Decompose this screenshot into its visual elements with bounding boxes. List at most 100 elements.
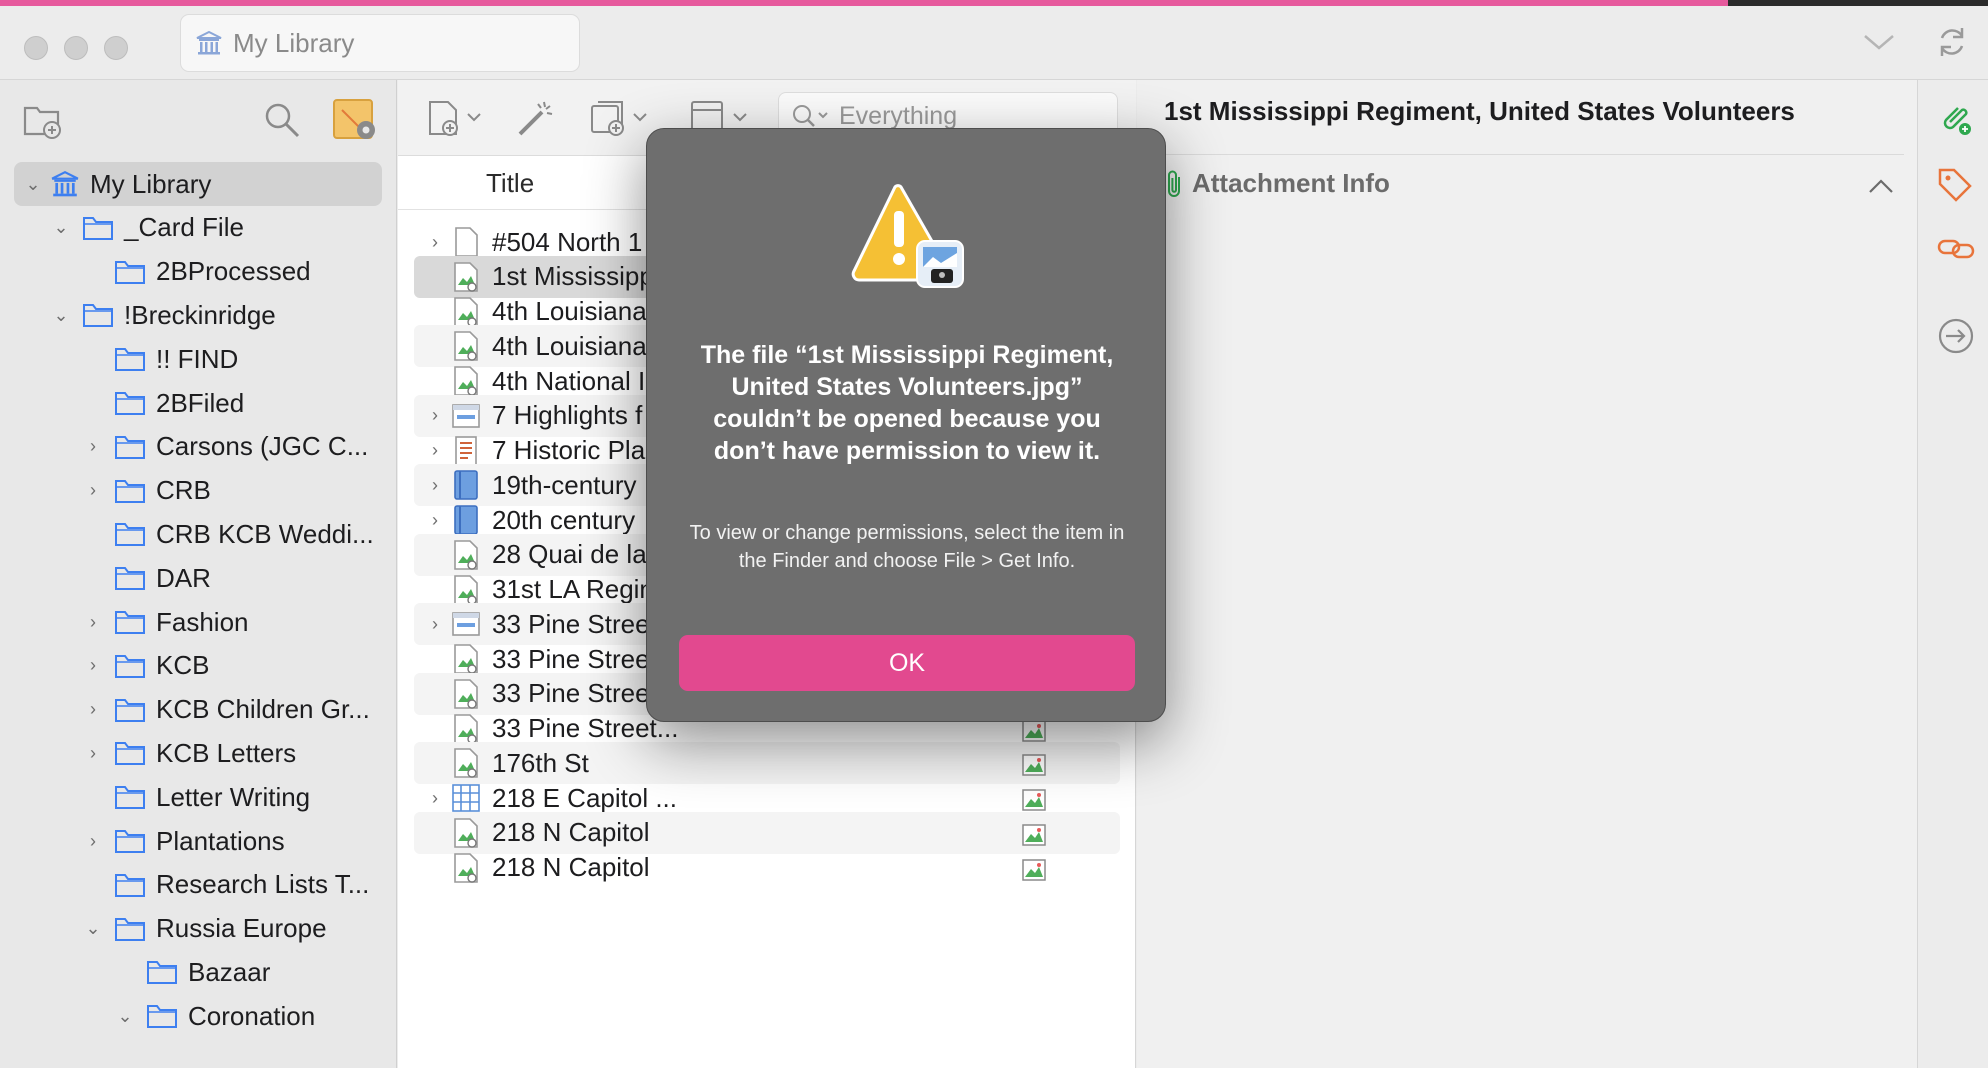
image-attachment-icon[interactable] — [1022, 789, 1046, 811]
tree-item-folder[interactable]: Research Lists T... — [82, 863, 369, 907]
tree-item-folder[interactable]: ⌄ Russia Europe — [82, 907, 326, 951]
tag-icon[interactable] — [1936, 166, 1974, 204]
tree-item-folder[interactable]: CRB KCB Weddi... — [82, 512, 374, 556]
tree-item-folder[interactable]: › KCB Letters — [82, 731, 296, 775]
item-title-cell: 218 N Capitol — [492, 852, 650, 882]
tree-item-folder[interactable]: ⌄ !Breckinridge — [50, 293, 275, 337]
related-link-icon[interactable] — [1936, 230, 1978, 268]
tree-item-folder[interactable]: › Fashion — [82, 600, 249, 644]
tree-item-label: KCB Children Gr... — [156, 694, 370, 725]
folder-icon — [115, 523, 145, 547]
item-row[interactable]: 218 N Capitol — [414, 847, 1120, 889]
image-attachment-icon[interactable] — [1022, 824, 1046, 846]
tree-item-folder[interactable]: ⌄ _Card File — [50, 206, 244, 250]
disclosure-closed-icon[interactable]: › — [82, 480, 104, 501]
disclosure-closed-icon[interactable]: › — [420, 475, 450, 496]
disclosure-closed-icon[interactable]: › — [82, 436, 104, 457]
disclosure-open-icon[interactable]: ⌄ — [22, 174, 44, 195]
book-icon — [454, 470, 478, 501]
tree-item-folder[interactable]: 2BProcessed — [82, 250, 311, 294]
library-tab-label: My Library — [233, 27, 355, 58]
attachment-info-header[interactable]: Attachment Info — [1164, 168, 1390, 199]
search-icon[interactable] — [262, 100, 302, 140]
locate-icon[interactable] — [1936, 316, 1976, 356]
folder-icon — [115, 260, 145, 284]
folder-icon — [147, 1005, 177, 1029]
image-attachment-icon — [454, 852, 478, 883]
column-title-header[interactable]: Title — [486, 168, 534, 199]
disclosure-open-icon[interactable]: ⌄ — [50, 217, 72, 238]
item-title-cell: 218 E Capitol ... — [492, 782, 677, 813]
webpage-icon — [452, 403, 480, 428]
image-attachment-icon[interactable] — [1022, 858, 1046, 881]
disclosure-closed-icon[interactable]: › — [82, 612, 104, 633]
disclosure-closed-icon[interactable]: › — [82, 655, 104, 676]
disclosure-open-icon[interactable]: ⌄ — [50, 305, 72, 326]
divider — [1164, 154, 1904, 155]
attachment-icon[interactable] — [1936, 100, 1974, 138]
disclosure-closed-icon[interactable]: › — [420, 405, 450, 426]
image-attachment-icon — [454, 644, 478, 674]
side-nav-strip — [1917, 80, 1988, 1068]
tree-item-folder[interactable]: DAR — [82, 556, 211, 600]
new-item-icon[interactable] — [426, 98, 484, 138]
tree-item-folder[interactable]: › KCB — [82, 644, 209, 688]
library-icon — [196, 30, 222, 55]
tag-selector-settings-icon[interactable] — [332, 98, 378, 142]
image-attachment-icon — [454, 574, 478, 605]
ok-button[interactable]: OK — [679, 635, 1135, 691]
disclosure-closed-icon[interactable]: › — [82, 699, 104, 720]
tree-item-folder[interactable]: › Carsons (JGC C... — [82, 425, 368, 469]
chevron-up-icon[interactable] — [1867, 176, 1895, 196]
tree-item-folder[interactable]: ⌄ Coronation — [114, 994, 315, 1038]
add-attachment-icon[interactable] — [588, 98, 654, 138]
close-window-button[interactable] — [24, 36, 48, 60]
tree-item-label: CRB — [156, 475, 211, 506]
tree-item-label: !! FIND — [156, 343, 239, 374]
image-attachment-icon — [454, 678, 478, 709]
disclosure-closed-icon[interactable]: › — [420, 788, 450, 809]
tree-item-folder[interactable]: › CRB — [82, 469, 211, 513]
disclosure-closed-icon[interactable]: › — [82, 831, 104, 852]
disclosure-open-icon[interactable]: ⌄ — [114, 1006, 136, 1027]
sync-icon[interactable] — [1934, 24, 1970, 60]
new-collection-icon[interactable] — [22, 100, 64, 140]
tree-item-my-library[interactable]: ⌄ My Library — [14, 162, 382, 206]
library-tab[interactable]: My Library — [180, 14, 580, 72]
tree-item-folder[interactable]: 2BFiled — [82, 381, 244, 425]
disclosure-open-icon[interactable]: ⌄ — [82, 918, 104, 939]
collections-sidebar: ⌄ My Library ⌄ _Card File 2BProcessed ⌄ !Bre… — [0, 80, 397, 1068]
disclosure-closed-icon[interactable]: › — [420, 440, 450, 461]
disclosure-closed-icon[interactable]: › — [420, 510, 450, 531]
chevron-down-icon[interactable] — [1862, 30, 1896, 54]
disclosure-closed-icon[interactable]: › — [420, 232, 450, 253]
folder-icon — [115, 698, 145, 722]
tree-item-label: Carsons (JGC C... — [156, 431, 369, 462]
tree-item-label: Fashion — [156, 606, 249, 637]
tree-item-label: My Library — [90, 168, 212, 199]
image-attachment-icon[interactable] — [1022, 754, 1046, 776]
tree-item-folder[interactable]: Bazaar — [114, 950, 270, 994]
tree-item-folder[interactable]: Letter Writing — [82, 775, 310, 819]
minimize-window-button[interactable] — [64, 36, 88, 60]
tree-item-folder[interactable]: › Plantations — [82, 819, 285, 863]
search-icon — [793, 105, 828, 127]
report-icon — [455, 435, 477, 466]
tree-item-label: Coronation — [188, 1000, 316, 1031]
folder-icon — [83, 304, 113, 328]
image-attachment-icon — [454, 366, 478, 396]
disclosure-closed-icon[interactable]: › — [420, 614, 450, 635]
zoom-window-button[interactable] — [104, 36, 128, 60]
tree-item-folder[interactable]: !! FIND — [82, 337, 238, 381]
image-attachment-icon — [454, 748, 478, 779]
folder-icon — [115, 786, 145, 810]
item-pane: 1st Mississippi Regiment, United States … — [1137, 80, 1917, 1068]
folder-icon — [115, 917, 145, 941]
disclosure-closed-icon[interactable]: › — [82, 743, 104, 764]
library-icon — [51, 171, 79, 197]
tree-item-folder[interactable]: › KCB Children Gr... — [82, 688, 370, 732]
tree-item-label: _Card File — [124, 212, 244, 243]
magic-wand-icon[interactable] — [516, 98, 556, 138]
image-attachment-icon[interactable] — [1022, 719, 1046, 742]
tree-item-label: 2BProcessed — [156, 256, 311, 287]
